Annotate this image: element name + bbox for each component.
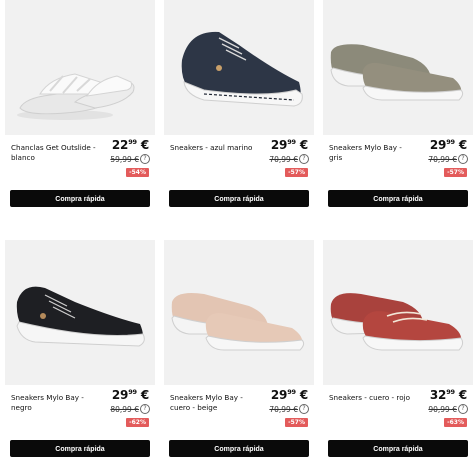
info-icon[interactable]: ?	[299, 154, 309, 164]
info-icon[interactable]: ?	[299, 404, 309, 414]
discount-badge: -57%	[444, 168, 467, 177]
product-name[interactable]: Sneakers - cuero - rojo	[329, 393, 417, 403]
old-price: 90,99 €	[428, 405, 457, 414]
info-icon[interactable]: ?	[458, 404, 468, 414]
old-price: 80,99 €	[110, 405, 139, 414]
product-price: 3299 €	[429, 388, 467, 402]
old-price: 70,99 €	[269, 155, 298, 164]
quick-buy-button[interactable]: Compra rápida	[169, 440, 309, 457]
product-name[interactable]: Sneakers - azul marino	[170, 143, 258, 153]
product-image-sneaker-black[interactable]	[5, 240, 155, 385]
product-name[interactable]: Sneakers Mylo Bay - cuero - beige	[170, 393, 258, 413]
old-price: 70,99 €	[428, 155, 457, 164]
product-image-boatshoe-red[interactable]	[323, 240, 473, 385]
quick-buy-button[interactable]: Compra rápida	[169, 190, 309, 207]
info-icon[interactable]: ?	[140, 154, 150, 164]
discount-badge: -57%	[285, 168, 308, 177]
product-card[interactable]: Chanclas Get Outslide - blanco 2299 € 59…	[5, 0, 155, 210]
product-card[interactable]: Sneakers - azul marino 2999 € 70,99 € ? …	[164, 0, 314, 210]
product-name[interactable]: Chanclas Get Outslide - blanco	[11, 143, 99, 163]
quick-buy-button[interactable]: Compra rápida	[10, 440, 150, 457]
product-card[interactable]: Sneakers - cuero - rojo 3299 € 90,99 € ?…	[323, 240, 473, 460]
product-price: 2299 €	[111, 138, 149, 152]
product-card[interactable]: Sneakers Mylo Bay - cuero - beige 2999 €…	[164, 240, 314, 460]
product-image-slipon-grey[interactable]	[323, 0, 473, 135]
product-card[interactable]: Sneakers Mylo Bay - negro 2999 € 80,99 €…	[5, 240, 155, 460]
product-name[interactable]: Sneakers Mylo Bay - negro	[11, 393, 99, 413]
product-image-sneaker-navy[interactable]	[164, 0, 314, 135]
product-name[interactable]: Sneakers Mylo Bay - gris	[329, 143, 417, 163]
old-price: 59,99 €	[110, 155, 139, 164]
discount-badge: -62%	[126, 418, 149, 427]
product-price: 2999 €	[270, 138, 308, 152]
discount-badge: -57%	[285, 418, 308, 427]
discount-badge: -54%	[126, 168, 149, 177]
discount-badge: -63%	[444, 418, 467, 427]
info-icon[interactable]: ?	[140, 404, 150, 414]
quick-buy-button[interactable]: Compra rápida	[328, 440, 468, 457]
product-price: 2999 €	[429, 138, 467, 152]
product-price: 2999 €	[270, 388, 308, 402]
old-price: 70,99 €	[269, 405, 298, 414]
product-image-slide-white[interactable]	[5, 0, 155, 135]
product-card[interactable]: Sneakers Mylo Bay - gris 2999 € 70,99 € …	[323, 0, 473, 210]
product-price: 2999 €	[111, 388, 149, 402]
product-image-slipon-beige[interactable]	[164, 240, 314, 385]
quick-buy-button[interactable]: Compra rápida	[328, 190, 468, 207]
info-icon[interactable]: ?	[458, 154, 468, 164]
quick-buy-button[interactable]: Compra rápida	[10, 190, 150, 207]
